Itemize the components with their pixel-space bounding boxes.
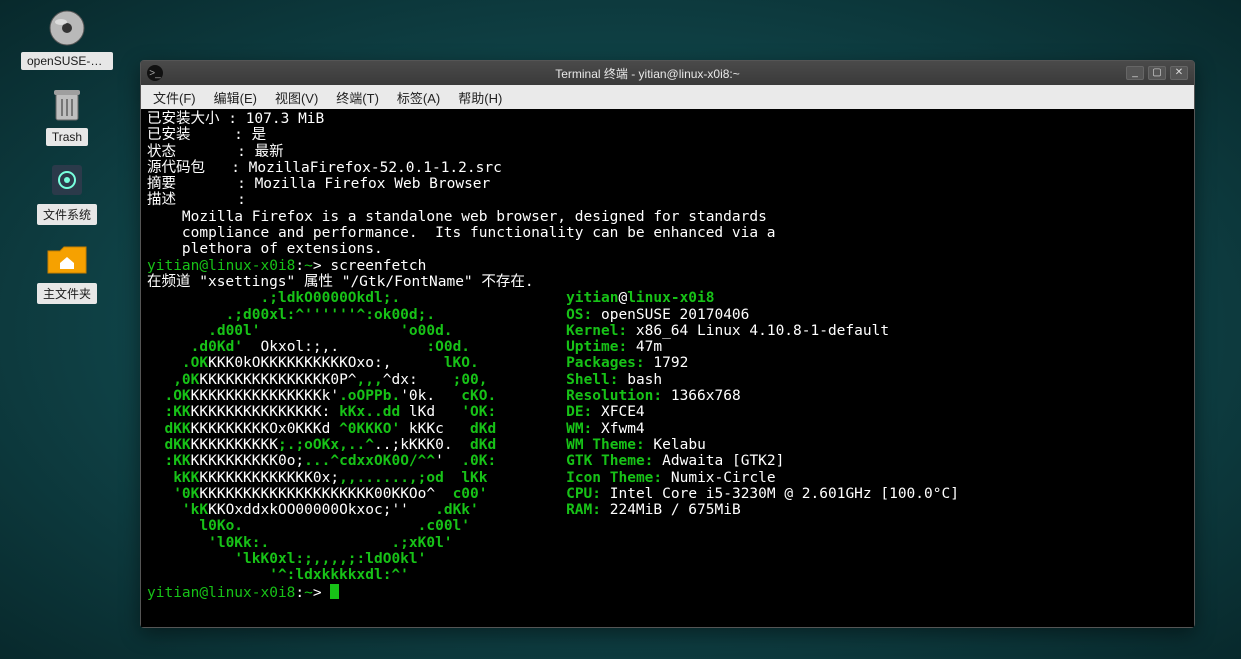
terminal-app-icon: >_: [147, 65, 163, 81]
terminal-window: >_ Terminal 终端 - yitian@linux-x0i8:~ _ ▢…: [140, 60, 1195, 628]
trash-icon: [44, 84, 90, 124]
desktop-icon-label: Trash: [46, 128, 88, 146]
menu-terminal[interactable]: 终端(T): [328, 86, 387, 109]
desktop-icon-trash[interactable]: Trash: [20, 84, 114, 146]
disc-icon: [44, 8, 90, 48]
cursor: [330, 584, 339, 599]
window-close-button[interactable]: ✕: [1170, 66, 1188, 80]
menu-edit[interactable]: 编辑(E): [206, 86, 265, 109]
desktop-icon-filesystem[interactable]: 文件系统: [20, 160, 114, 225]
menu-file[interactable]: 文件(F): [145, 86, 204, 109]
menu-help[interactable]: 帮助(H): [450, 86, 510, 109]
desktop-icon-label: 主文件夹: [37, 283, 97, 304]
window-maximize-button[interactable]: ▢: [1148, 66, 1166, 80]
menu-tabs[interactable]: 标签(A): [389, 86, 448, 109]
menubar: 文件(F) 编辑(E) 视图(V) 终端(T) 标签(A) 帮助(H): [141, 85, 1194, 109]
window-minimize-button[interactable]: _: [1126, 66, 1144, 80]
desktop-icon-label: openSUSE-T…: [21, 52, 113, 70]
folder-home-icon: [44, 239, 90, 279]
desktop-icon-label: 文件系统: [37, 204, 97, 225]
filesystem-icon: [44, 160, 90, 200]
menu-view[interactable]: 视图(V): [267, 86, 326, 109]
terminal-output[interactable]: 已安装大小 : 107.3 MiB已安装 : 是状态 : 最新源代码包 : Mo…: [141, 109, 1194, 627]
desktop: openSUSE-T… Trash 文件系统 主文件夹: [0, 0, 150, 318]
titlebar[interactable]: >_ Terminal 终端 - yitian@linux-x0i8:~ _ ▢…: [141, 61, 1194, 85]
window-title: Terminal 终端 - yitian@linux-x0i8:~: [169, 65, 1126, 82]
desktop-icon-opensuse-disc[interactable]: openSUSE-T…: [20, 8, 114, 70]
desktop-icon-home[interactable]: 主文件夹: [20, 239, 114, 304]
